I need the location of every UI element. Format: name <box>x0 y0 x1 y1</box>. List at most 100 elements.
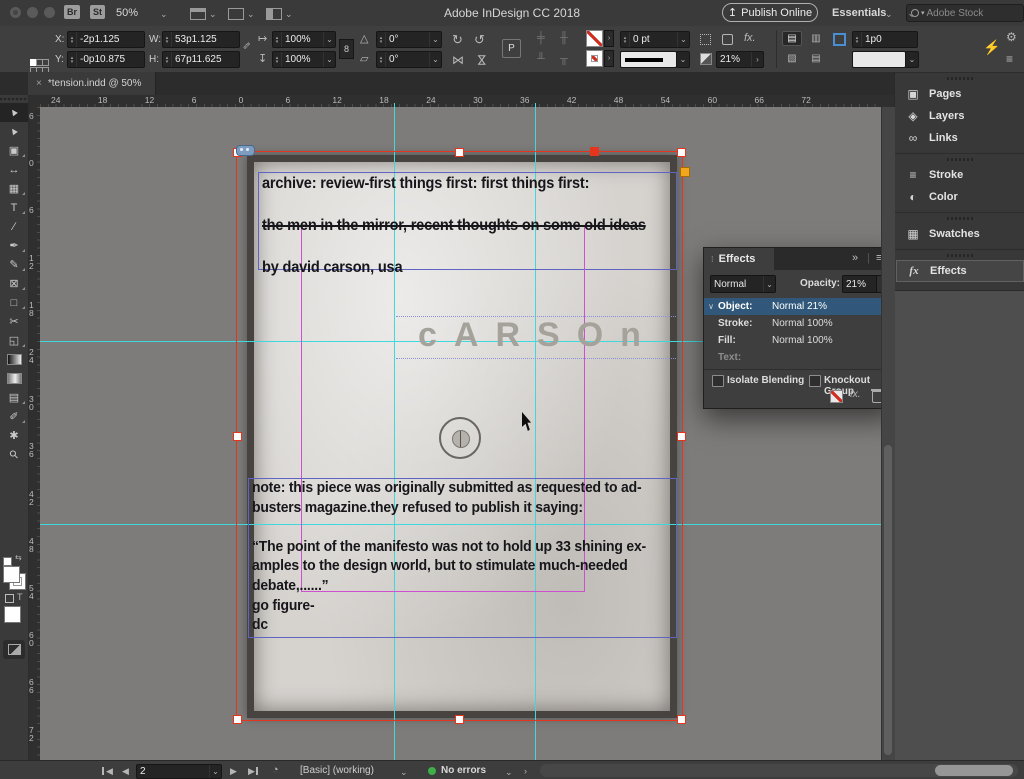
selection-marker-red[interactable] <box>590 147 599 156</box>
constrain-dimensions-icon[interactable]: ⧚ <box>240 41 252 53</box>
content-collector-tool[interactable]: ▦ <box>0 179 28 198</box>
effects-panel-header[interactable]: ⁞ Effects » | ≡ <box>704 248 894 270</box>
knockout-group-checkbox[interactable] <box>809 375 821 387</box>
adobe-stock-search[interactable]: ▾ Adobe Stock <box>906 4 1024 22</box>
pencil-tool[interactable]: ✎ <box>0 255 28 274</box>
type-tool[interactable]: T <box>0 198 28 217</box>
eyedropper-tool[interactable]: ✐ <box>0 407 28 426</box>
fill-color-swatch[interactable] <box>3 566 20 583</box>
horizontal-scrollbar[interactable] <box>540 764 1018 777</box>
errors-chevron-icon[interactable]: ⌄ <box>505 767 513 778</box>
x-position-field[interactable]: ▴ ▾ -2p1.125 <box>67 31 145 48</box>
effects-row-object[interactable]: ∨ Object: Normal 21% <box>704 298 894 315</box>
stroke-weight-field[interactable]: ▴ ▾ 0 pt ⌄ <box>620 31 690 48</box>
first-page-arrow-icon[interactable]: ◀ <box>106 766 113 777</box>
dock-item-effects[interactable]: fx Effects <box>896 260 1024 282</box>
add-effect-button[interactable]: fx. <box>850 389 861 400</box>
rotate-ccw-button[interactable]: ↺ <box>474 32 485 48</box>
corner-shape-icon[interactable] <box>722 34 733 45</box>
effects-row-fill[interactable]: Fill: Normal 100% <box>704 332 894 349</box>
hand-tool[interactable]: ✱ <box>0 426 28 445</box>
selection-handle-w[interactable] <box>233 432 242 441</box>
fill-menu-button[interactable]: › <box>604 30 614 47</box>
no-text-wrap-button[interactable]: ▤ <box>782 31 802 46</box>
selection-handle-e[interactable] <box>677 432 686 441</box>
clear-effects-button[interactable] <box>830 390 843 403</box>
panel-menu-icon[interactable]: ≡ <box>1006 52 1013 66</box>
panel-drag-handle[interactable] <box>947 254 973 257</box>
auto-fit-icon[interactable] <box>834 34 845 45</box>
stroke-menu-button[interactable]: › <box>604 50 614 67</box>
selection-handle-se[interactable] <box>677 715 686 724</box>
scroll-left-icon[interactable]: › <box>524 766 527 776</box>
scissors-tool[interactable]: ✂ <box>0 312 28 331</box>
vertical-scrollbar-thumb[interactable] <box>884 445 892 755</box>
rotation-angle-field[interactable]: ▴ ▾ 0° ⌄ <box>376 31 442 48</box>
fill-swatch[interactable] <box>586 30 603 47</box>
flip-vertical-button[interactable]: ⋈ <box>475 54 489 66</box>
next-page-button[interactable]: ▶ <box>230 766 237 777</box>
preflight-profile[interactable]: [Basic] (working) <box>300 765 374 776</box>
workspace-switcher[interactable]: Essentials <box>832 7 886 19</box>
align-distribute-icon-2[interactable]: ╫ <box>560 32 568 44</box>
selection-tool[interactable]: ▲ <box>0 103 28 122</box>
collapse-panel-icon[interactable]: » <box>852 252 858 264</box>
dock-item-swatches[interactable]: ▦ Swatches <box>895 223 1024 245</box>
effects-row-stroke[interactable]: Stroke: Normal 100% <box>704 315 894 332</box>
note-tool[interactable]: ▤ <box>0 388 28 407</box>
vertical-scrollbar[interactable] <box>881 107 895 760</box>
object-style-dropdown[interactable] <box>852 51 906 68</box>
opacity-field[interactable]: 21% <box>842 275 878 293</box>
panel-drag-handle[interactable] <box>947 158 973 161</box>
page-tool[interactable]: ▣ <box>0 141 28 160</box>
close-tab-icon[interactable]: × <box>36 78 42 89</box>
formatting-affects-text-button[interactable]: T <box>17 592 23 602</box>
selection-handle-s[interactable] <box>455 715 464 724</box>
gap-tool[interactable]: ↔ <box>0 160 28 179</box>
last-page-button[interactable] <box>256 767 258 775</box>
frame-badge-icon[interactable] <box>236 145 255 156</box>
gear-icon[interactable]: ⚙ <box>1006 30 1017 44</box>
document-tab[interactable]: × *tension.indd @ 50% <box>28 72 156 95</box>
dock-item-pages[interactable]: ▣ Pages <box>895 83 1024 105</box>
effects-row-text[interactable]: Text: <box>704 349 894 366</box>
selection-bounding-box[interactable] <box>236 151 683 721</box>
jump-object-button[interactable]: ▤ <box>806 51 826 66</box>
swap-fill-stroke-icon[interactable]: ⇆ <box>15 553 22 562</box>
rectangle-tool[interactable]: □ <box>0 293 28 312</box>
last-page-arrow-icon[interactable]: ▶ <box>248 766 255 777</box>
pen-tool[interactable]: ✒ <box>0 236 28 255</box>
panel-drag-handle[interactable] <box>947 217 973 220</box>
workspace-chevron-icon[interactable]: ⌄ <box>885 9 893 20</box>
selection-handle-n[interactable] <box>455 148 464 157</box>
screen-mode-button[interactable] <box>3 640 25 659</box>
effects-menu-button[interactable]: fx. <box>744 32 756 44</box>
direct-selection-tool[interactable]: ▲ <box>0 122 28 141</box>
line-tool[interactable]: ∕ <box>0 217 28 236</box>
stroke-type-dropdown[interactable] <box>620 51 677 68</box>
object-style-chevron-icon[interactable]: ⌄ <box>905 51 919 68</box>
horizontal-scrollbar-thumb[interactable] <box>935 765 1013 776</box>
corner-edit-widget[interactable] <box>680 167 690 177</box>
constrain-scale-icon[interactable]: 8 <box>339 39 354 59</box>
isolate-blending-checkbox[interactable] <box>712 375 724 387</box>
wrap-around-object-button[interactable]: ▧ <box>782 51 802 66</box>
align-distribute-icon-3[interactable]: ╨ <box>537 53 545 65</box>
formatting-affects-container-button[interactable] <box>5 594 14 603</box>
y-position-field[interactable]: ▴ ▾ -0p10.875 <box>67 51 145 68</box>
scale-y-field[interactable]: ▴ ▾ 100% ⌄ <box>272 51 336 68</box>
selection-handle-ne[interactable] <box>677 148 686 157</box>
stroke-type-chevron-icon[interactable]: ⌄ <box>676 51 690 68</box>
effects-panel-tab[interactable]: ⁞ Effects <box>704 248 774 270</box>
width-field[interactable]: ▴ ▾ 53p1.125 <box>162 31 240 48</box>
frame-tool[interactable]: ⊠ <box>0 274 28 293</box>
dock-item-layers[interactable]: ◈ Layers <box>895 105 1024 127</box>
tools-drag-handle[interactable] <box>0 97 28 102</box>
align-distribute-icon-4[interactable]: ╥ <box>560 53 568 65</box>
scale-x-field[interactable]: ▴ ▾ 100% ⌄ <box>272 31 336 48</box>
quick-apply-icon[interactable]: ⚡ <box>983 39 1000 56</box>
opacity-field[interactable]: 21% › <box>716 51 764 68</box>
first-page-button[interactable] <box>102 767 104 775</box>
selection-handle-sw[interactable] <box>233 715 242 724</box>
previous-page-button[interactable]: ◀ <box>122 766 129 777</box>
